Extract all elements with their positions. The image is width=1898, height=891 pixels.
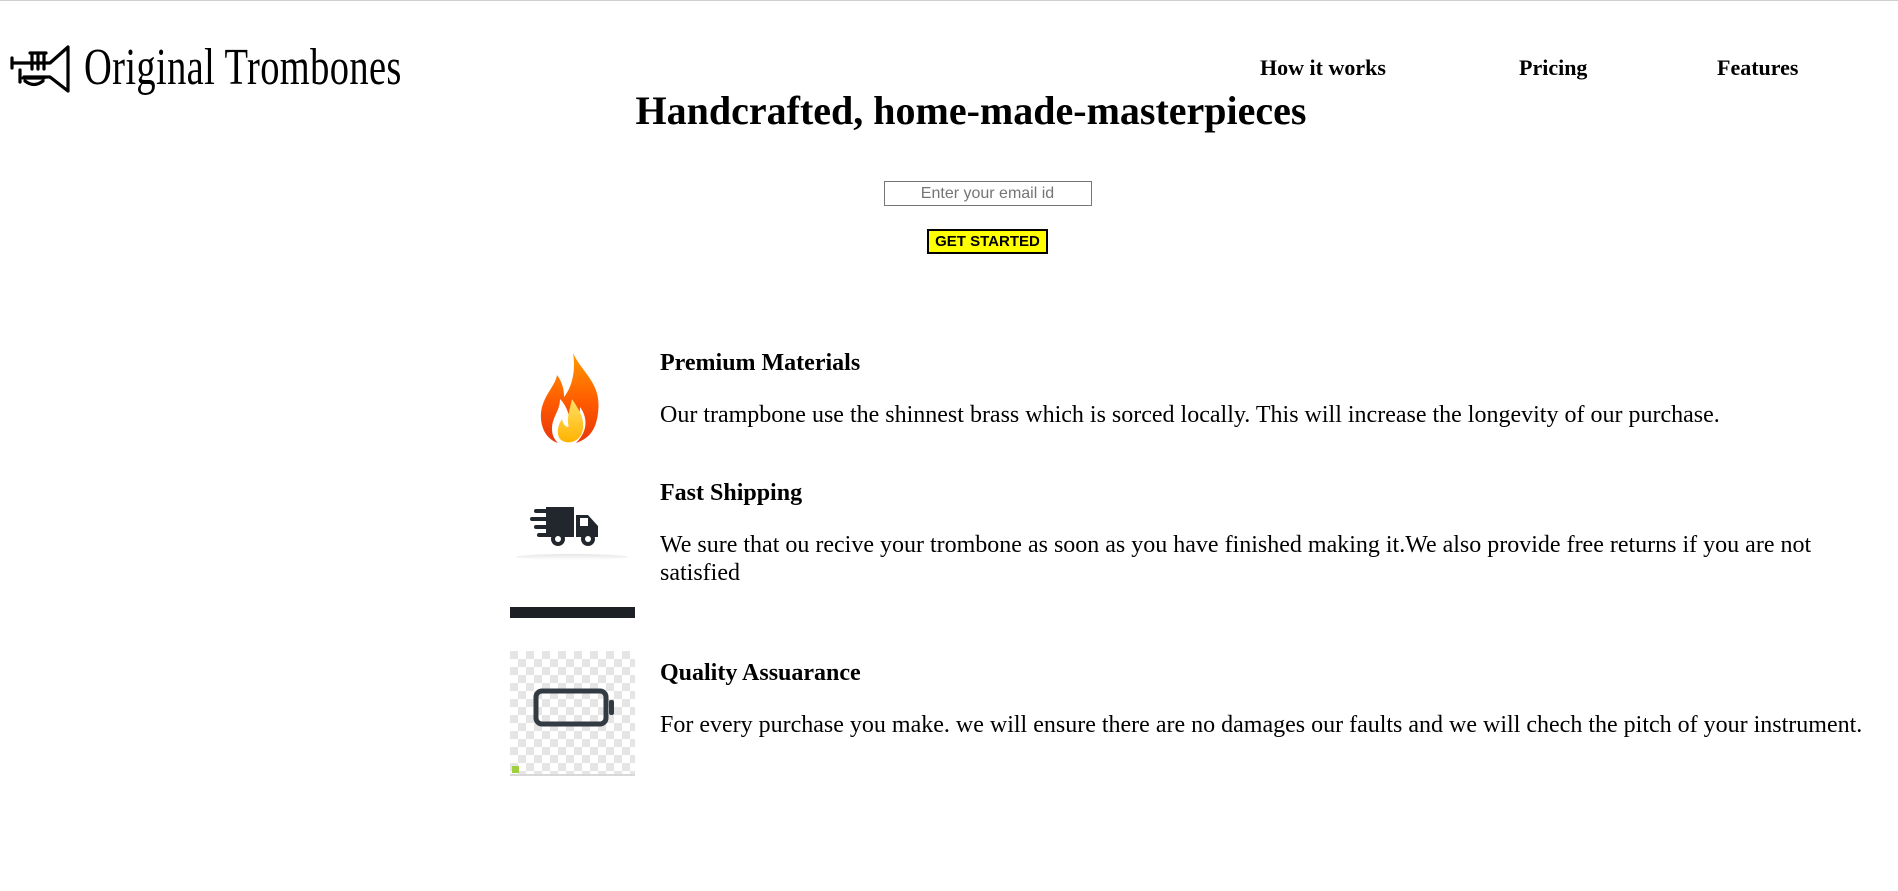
feature-description: Our trampbone use the shinnest brass whi… bbox=[660, 402, 1720, 428]
feature-title: Premium Materials bbox=[660, 350, 861, 376]
delivery-truck-icon bbox=[510, 507, 635, 618]
get-started-button[interactable]: GET STARTED bbox=[927, 229, 1048, 254]
feature-text: Fast Shipping We sure that ou recive you… bbox=[660, 479, 1870, 587]
signup-form: GET STARTED bbox=[0, 181, 1898, 254]
nav-link-features[interactable]: Features bbox=[1717, 55, 1798, 81]
feature-text: Premium Materials Our trampbone use the … bbox=[660, 349, 1870, 429]
feature-title: Quality Assuarance bbox=[660, 660, 861, 686]
nav-link-pricing[interactable]: Pricing bbox=[1519, 55, 1587, 81]
feature-description: For every purchase you make. we will ens… bbox=[660, 712, 1863, 738]
email-input[interactable] bbox=[883, 181, 1092, 206]
nav-link-how-it-works[interactable]: How it works bbox=[1260, 55, 1386, 81]
hero-title: Handcrafted, home-made-masterpieces bbox=[635, 88, 1307, 133]
feature-description: We sure that ou recive your trombone as … bbox=[660, 532, 1812, 586]
main-nav: How it works Pricing Features bbox=[1260, 55, 1860, 83]
feature-title: Fast Shipping bbox=[660, 480, 803, 506]
battery-icon bbox=[510, 651, 635, 776]
flame-icon bbox=[540, 353, 599, 443]
feature-text: Quality Assuarance For every purchase yo… bbox=[660, 659, 1870, 739]
